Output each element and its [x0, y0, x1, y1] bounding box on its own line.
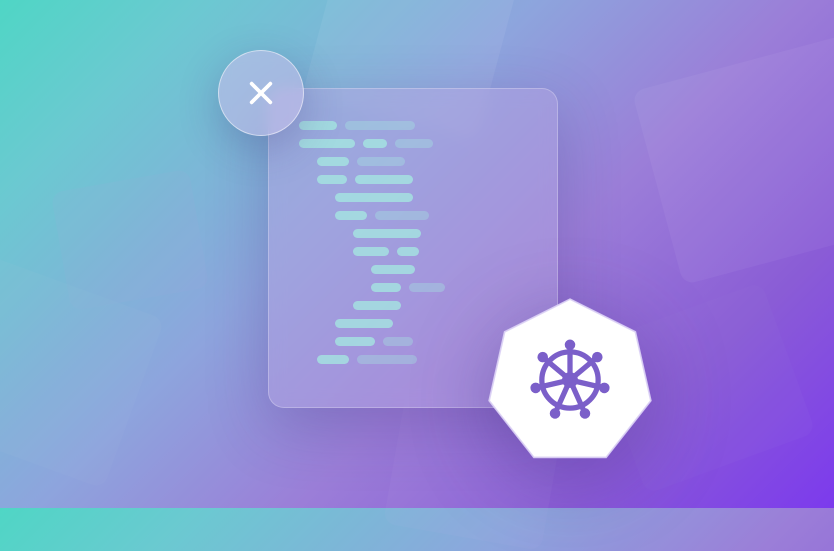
close-button[interactable]	[218, 50, 304, 136]
close-icon	[245, 77, 277, 109]
kubernetes-icon	[526, 336, 614, 424]
kubernetes-badge	[484, 294, 656, 466]
